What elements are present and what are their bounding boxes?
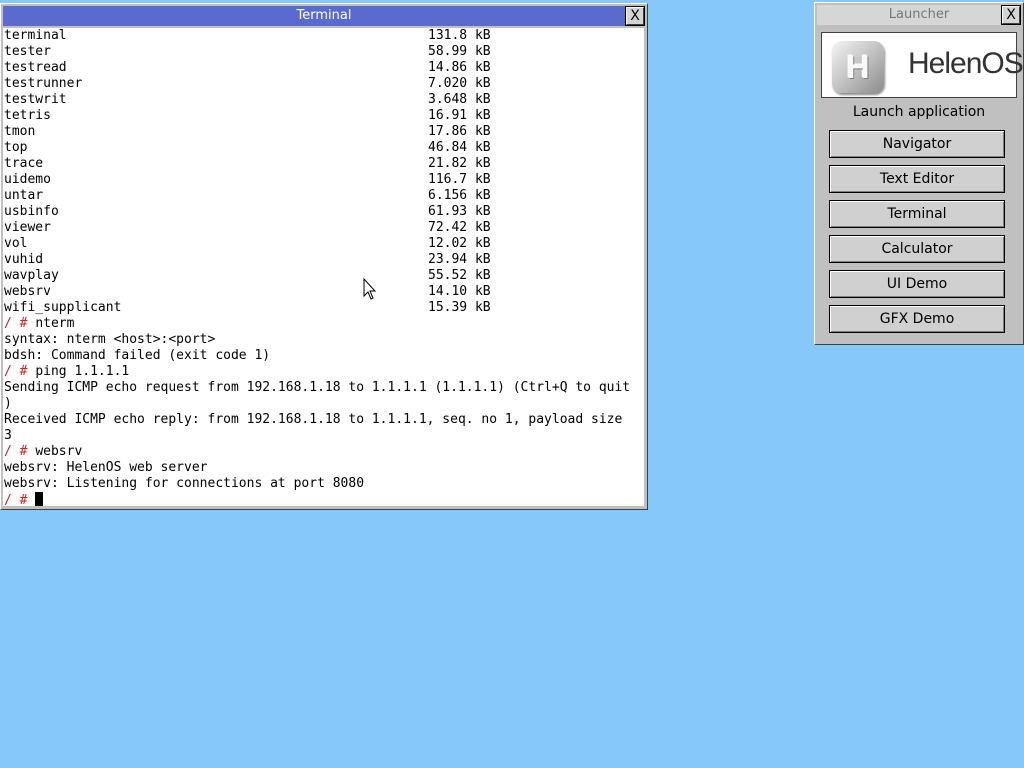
file-name: testwrit: [4, 92, 67, 107]
command-text: nterm: [35, 316, 75, 331]
launcher-close-button[interactable]: X: [1001, 5, 1021, 25]
shell-prompt: / #: [4, 493, 28, 506]
file-size: 23.94 kB: [428, 252, 491, 267]
prompt-line-ping: / # ping 1.1.1.1: [4, 364, 129, 380]
shell-prompt: / #: [4, 316, 28, 331]
file-size: 72.42 kB: [428, 220, 491, 235]
file-size: 21.82 kB: [428, 156, 491, 171]
file-size: 46.84 kB: [428, 140, 491, 155]
command-text: websrv: [35, 444, 83, 459]
file-size: 17.86 kB: [428, 124, 491, 139]
command-text: ping 1.1.1.1: [35, 364, 130, 379]
output-line: Received ICMP echo reply: from 192.168.1…: [4, 412, 623, 427]
shell-prompt: / #: [4, 444, 28, 459]
file-name: testread: [4, 60, 67, 75]
file-name: tmon: [4, 124, 36, 139]
terminal-button[interactable]: Terminal: [829, 200, 1005, 228]
launcher-window[interactable]: Launcher X H HelenOS Launch application …: [814, 2, 1024, 345]
output-line: syntax: nterm <host>:<port>: [4, 332, 216, 347]
file-size: 58.99 kB: [428, 44, 491, 59]
file-name: wavplay: [4, 268, 59, 283]
close-icon: X: [630, 8, 640, 24]
terminal-titlebar[interactable]: Terminal X: [3, 6, 645, 26]
file-name: terminal: [4, 28, 67, 43]
terminal-window[interactable]: Terminal X terminal 131.8 kB tester 58.99 k…: [0, 3, 648, 510]
file-name: viewer: [4, 220, 51, 235]
output-line: Sending ICMP echo request from 192.168.1…: [4, 380, 631, 395]
file-name: testrunner: [4, 76, 83, 91]
helenos-logo-icon: H: [832, 41, 884, 93]
file-name: trace: [4, 156, 44, 171]
arrow-pointer-icon: [363, 278, 377, 300]
file-size: 6.156 kB: [428, 188, 491, 203]
output-line: websrv: Listening for connections at por…: [4, 476, 365, 491]
file-size: 7.020 kB: [428, 76, 491, 91]
file-name: untar: [4, 188, 44, 203]
terminal-output[interactable]: terminal 131.8 kB tester 58.99 kB testread 14…: [3, 28, 644, 506]
file-size: 12.02 kB: [428, 236, 491, 251]
file-size: 116.7 kB: [428, 172, 491, 187]
logo-wordmark: HelenOS: [908, 47, 1024, 80]
file-name: websrv: [4, 284, 51, 299]
calculator-button[interactable]: Calculator: [829, 235, 1005, 263]
launch-application-label: Launch application: [852, 104, 986, 120]
file-size: 15.39 kB: [428, 300, 491, 315]
file-name: usbinfo: [4, 204, 59, 219]
file-size: 55.52 kB: [428, 268, 491, 283]
terminal-close-button[interactable]: X: [625, 6, 645, 26]
file-name: vuhid: [4, 252, 44, 267]
shell-prompt: / #: [4, 364, 28, 379]
text-cursor: [35, 492, 44, 506]
prompt-line-current[interactable]: / #: [4, 492, 44, 506]
file-name: top: [4, 140, 28, 155]
output-line: ): [4, 396, 12, 411]
file-size: 14.10 kB: [428, 284, 491, 299]
file-name: tester: [4, 44, 51, 59]
file-name: wifi_supplicant: [4, 300, 122, 315]
output-line: bdsh: Command failed (exit code 1): [4, 348, 271, 363]
terminal-title: Terminal: [296, 8, 352, 23]
ui-demo-button[interactable]: UI Demo: [829, 270, 1005, 298]
file-name: uidemo: [4, 172, 51, 187]
launcher-title: Launcher: [888, 7, 950, 22]
file-name: tetris: [4, 108, 51, 123]
launcher-titlebar[interactable]: Launcher X: [817, 5, 1021, 25]
output-line: websrv: HelenOS web server: [4, 460, 208, 475]
file-size: 14.86 kB: [428, 60, 491, 75]
text-editor-button[interactable]: Text Editor: [829, 165, 1005, 193]
file-size: 61.93 kB: [428, 204, 491, 219]
prompt-line-websrv: / # websrv: [4, 444, 82, 460]
file-size: 16.91 kB: [428, 108, 491, 123]
helenos-logo: H HelenOS: [821, 32, 1024, 98]
gfx-demo-button[interactable]: GFX Demo: [829, 305, 1005, 333]
output-line: 3: [4, 428, 12, 443]
file-name: vol: [4, 236, 28, 251]
prompt-line-nterm: / # nterm: [4, 316, 74, 332]
close-icon: X: [1006, 7, 1016, 23]
navigator-button[interactable]: Navigator: [829, 130, 1005, 158]
file-size: 3.648 kB: [428, 92, 491, 107]
file-size: 131.8 kB: [428, 28, 491, 43]
